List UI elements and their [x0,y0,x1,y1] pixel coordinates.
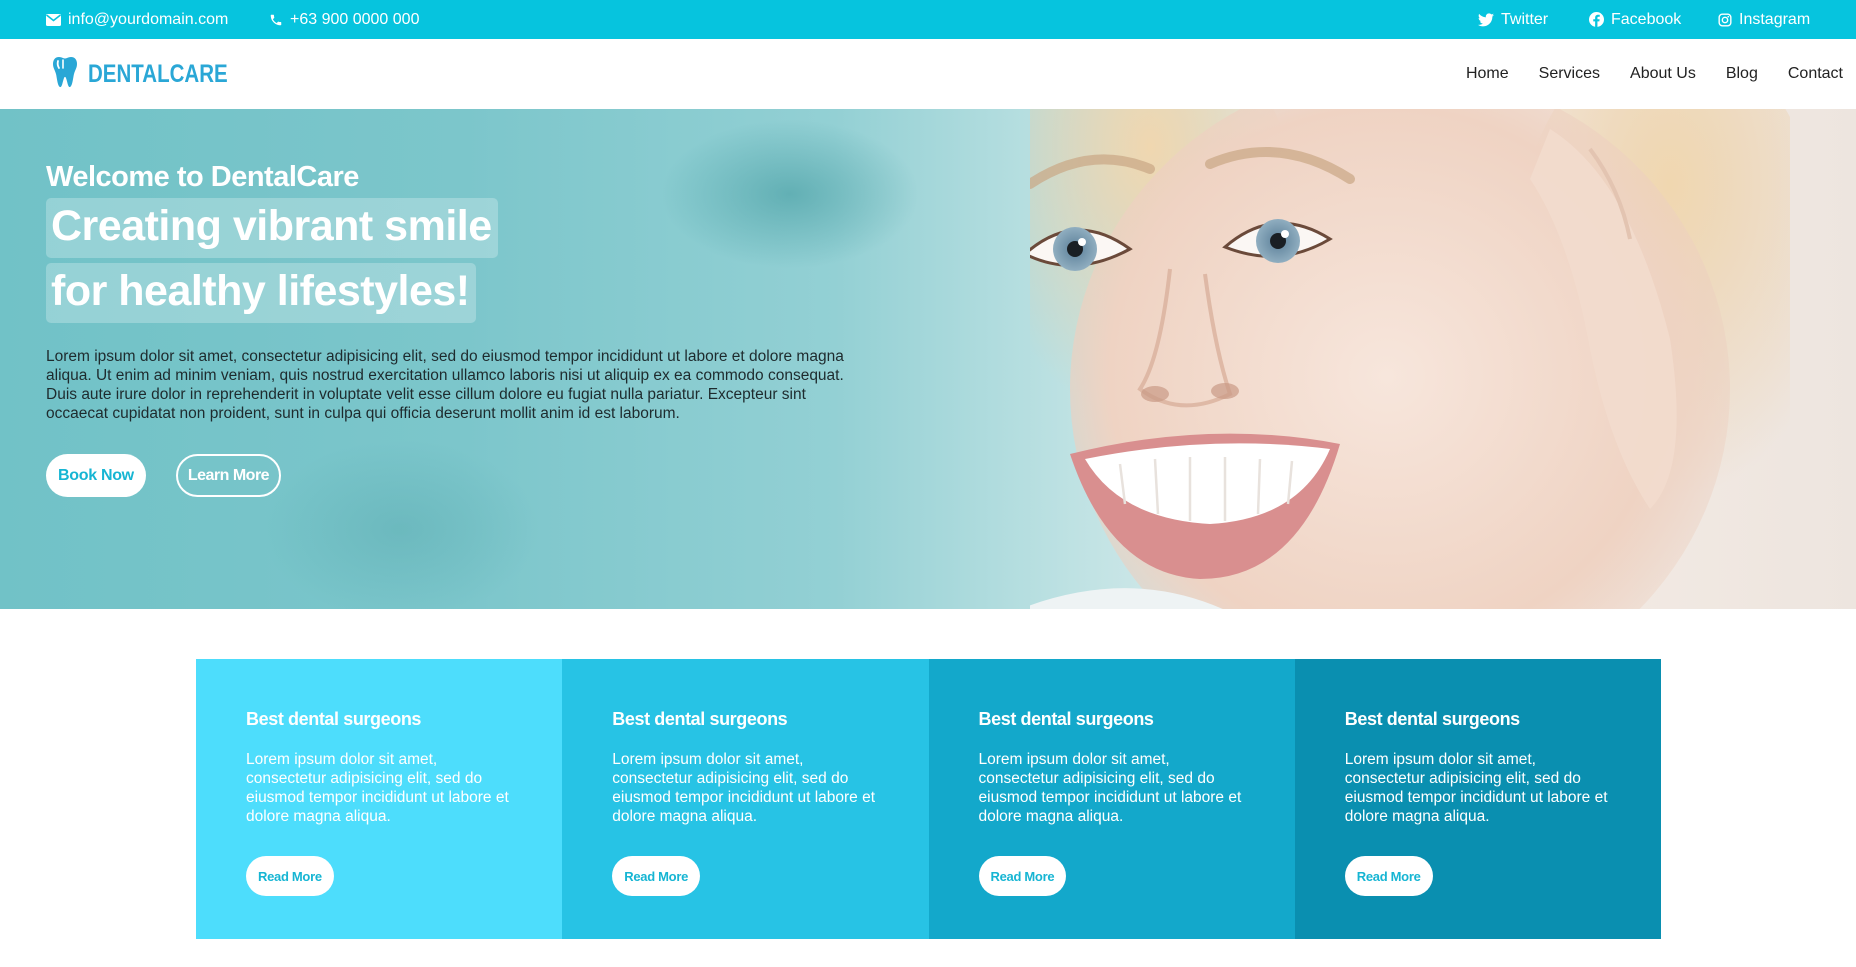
card-text: Lorem ipsum dolor sit amet, consectetur … [612,751,876,825]
instagram-icon [1718,12,1732,27]
brand-logo[interactable]: DENTALCARE [52,54,258,94]
top-bar: info@yourdomain.com +63 900 0000 000 Twi… [0,0,1856,39]
social-facebook-label: Facebook [1611,10,1682,28]
feature-card: Best dental surgeons Lorem ipsum dolor s… [562,659,929,939]
nav-item-about-us[interactable]: About Us [1630,65,1696,83]
social-instagram-label: Instagram [1739,10,1811,28]
hero-text: Welcome to DentalCare Creating vibrant s… [46,161,866,423]
learn-more-button[interactable]: Learn More [175,454,282,497]
envelope-icon [46,13,61,26]
main-navbar: DENTALCARE Home Services About Us Blog C… [0,39,1856,109]
hero-headline-line1: Creating vibrant smile [46,198,498,258]
hero-background-blur [260,439,540,609]
social-twitter-label: Twitter [1501,10,1549,28]
card-title: Best dental surgeons [1344,709,1520,729]
brand-name: DENTALCARE [88,59,228,88]
tooth-icon [52,56,80,93]
nav-menu: Home Services About Us Blog Contact [1436,39,1843,109]
hero-actions: Book Now Learn More [46,454,282,497]
feature-card: Best dental surgeons Lorem ipsum dolor s… [196,659,563,939]
hero-banner: Welcome to DentalCare Creating vibrant s… [0,109,1856,609]
card-title: Best dental surgeons [978,709,1154,729]
nav-item-home[interactable]: Home [1466,65,1509,83]
card-title: Best dental surgeons [246,709,422,729]
contact-email[interactable]: info@yourdomain.com [46,0,228,39]
hero-headline-line2: for healthy lifestyles! [46,263,476,323]
card-text: Lorem ipsum dolor sit amet, consectetur … [978,751,1242,825]
social-instagram[interactable]: Instagram [1718,0,1810,39]
read-more-button[interactable]: Read More [246,856,334,896]
feature-card: Best dental surgeons Lorem ipsum dolor s… [1294,659,1661,939]
book-now-button[interactable]: Book Now [46,454,146,497]
hero-welcome: Welcome to DentalCare [46,161,359,193]
read-more-button[interactable]: Read More [1344,856,1433,896]
feature-cards: Best dental surgeons Lorem ipsum dolor s… [196,659,1661,939]
contact-phone-text: +63 900 0000 000 [290,10,420,28]
social-twitter[interactable]: Twitter [1478,0,1548,39]
smiling-woman-image [1030,109,1790,609]
read-more-button[interactable]: Read More [612,856,701,896]
feature-card: Best dental surgeons Lorem ipsum dolor s… [928,659,1295,939]
facebook-icon [1589,12,1604,27]
phone-icon [269,13,283,27]
card-title: Best dental surgeons [612,709,788,729]
social-facebook[interactable]: Facebook [1589,0,1681,39]
card-text: Lorem ipsum dolor sit amet, consectetur … [246,751,509,825]
hero-description: Lorem ipsum dolor sit amet, consectetur … [46,348,844,422]
nav-item-services[interactable]: Services [1539,65,1600,83]
contact-email-text: info@yourdomain.com [68,10,229,28]
twitter-icon [1478,12,1494,27]
read-more-button[interactable]: Read More [978,856,1067,896]
card-text: Lorem ipsum dolor sit amet, consectetur … [1344,751,1608,825]
nav-item-blog[interactable]: Blog [1726,65,1758,83]
nav-item-contact[interactable]: Contact [1788,65,1843,83]
contact-phone[interactable]: +63 900 0000 000 [269,0,419,39]
